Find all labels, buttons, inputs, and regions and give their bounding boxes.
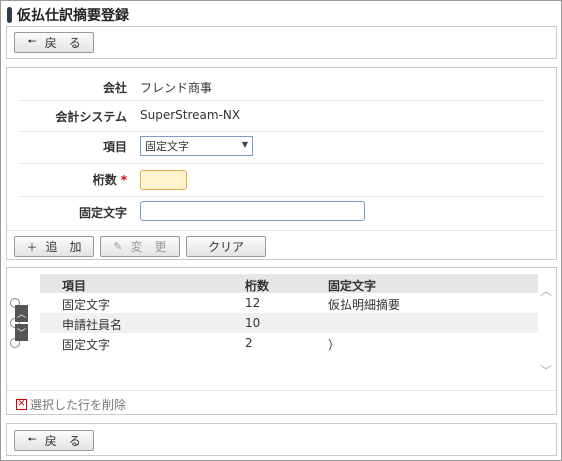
top-toolbar: 🠔 戻 る — [6, 26, 557, 59]
divider — [19, 131, 544, 132]
cell-digits: 12 — [245, 296, 261, 310]
required-mark: * — [120, 173, 127, 187]
item-label: 項目 — [102, 140, 127, 154]
cell-fixed-text: ） — [328, 338, 341, 352]
title-marker — [7, 7, 12, 23]
item-select[interactable]: 固定文字 ▼ — [140, 136, 253, 156]
back-button-label: 戻 る — [44, 434, 81, 448]
header-digits: 桁数 — [245, 279, 270, 293]
back-button-label: 戻 る — [44, 36, 81, 50]
change-button[interactable]: ✎ 変 更 — [100, 236, 180, 257]
digits-input[interactable] — [140, 170, 187, 190]
cell-fixed-text: 仮払明細摘要 — [328, 298, 401, 312]
move-down-button[interactable]: ﹀ — [15, 324, 28, 341]
back-button-bottom[interactable]: 🠔 戻 る — [14, 430, 94, 451]
digits-label: 桁数 * — [7, 171, 127, 188]
scroll-down-icon[interactable]: ﹀ — [540, 362, 552, 379]
scroll-up-icon[interactable]: ︿ — [540, 282, 552, 299]
clear-button-label: クリア — [207, 240, 244, 254]
add-button-label: 追 加 — [45, 240, 82, 254]
chevron-down-icon: ﹀ — [16, 329, 26, 339]
clear-button[interactable]: クリア — [186, 236, 266, 257]
delete-selected-button[interactable]: ✕ 選択した行を削除 — [16, 396, 126, 413]
table-row[interactable]: 申請社員名 10 — [10, 313, 538, 333]
change-button-label: 変 更 — [130, 240, 167, 254]
cell-item: 申請社員名 — [62, 318, 123, 332]
move-up-button[interactable]: ︿ — [15, 305, 28, 322]
cell-item: 固定文字 — [62, 338, 111, 352]
fixed-text-input[interactable] — [140, 201, 365, 221]
pencil-icon: ✎ — [113, 240, 123, 253]
table-row[interactable]: 固定文字 12 仮払明細摘要 — [10, 293, 538, 313]
cell-digits: 2 — [245, 336, 253, 350]
divider — [19, 100, 544, 101]
fixed-text-label: 固定文字 — [78, 206, 127, 220]
title-bar: 仮払仕訳摘要登録 — [7, 6, 129, 24]
divider — [19, 163, 544, 164]
chevron-up-icon: ︿ — [16, 310, 26, 320]
divider — [7, 390, 556, 391]
company-value: フレンド商事 — [140, 81, 213, 95]
arrow-left-icon: 🠔 — [27, 433, 37, 446]
delete-selected-label: 選択した行を削除 — [30, 398, 127, 412]
page-title: 仮払仕訳摘要登録 — [17, 8, 129, 24]
header-fixed-text: 固定文字 — [328, 279, 377, 293]
x-box-icon: ✕ — [16, 399, 27, 410]
system-label: 会計システム — [55, 110, 127, 124]
dropdown-arrow-icon: ▼ — [241, 140, 248, 149]
bottom-toolbar: 🠔 戻 る — [6, 423, 557, 456]
cell-digits: 10 — [245, 316, 261, 330]
divider — [7, 230, 556, 231]
divider — [19, 196, 544, 197]
system-value: SuperStream-NX — [140, 108, 241, 122]
company-label: 会社 — [102, 81, 127, 95]
grid-panel: 項目 桁数 固定文字 固定文字 12 仮払明細摘要 申請社員名 10 固定文字 … — [6, 267, 557, 415]
item-select-value: 固定文字 — [145, 140, 189, 153]
table-row[interactable]: 固定文字 2 ） — [10, 333, 538, 353]
cell-item: 固定文字 — [62, 298, 111, 312]
back-button-top[interactable]: 🠔 戻 る — [14, 32, 94, 53]
grid-header: 項目 桁数 固定文字 — [40, 274, 538, 293]
plus-icon: ＋ — [26, 240, 38, 254]
header-item: 項目 — [62, 279, 87, 293]
add-button[interactable]: ＋ 追 加 — [14, 236, 94, 257]
entry-form: 会社 フレンド商事 会計システム SuperStream-NX 項目 固定文字 … — [6, 67, 557, 260]
arrow-left-icon: 🠔 — [27, 35, 37, 48]
digits-label-text: 桁数 — [92, 173, 117, 187]
